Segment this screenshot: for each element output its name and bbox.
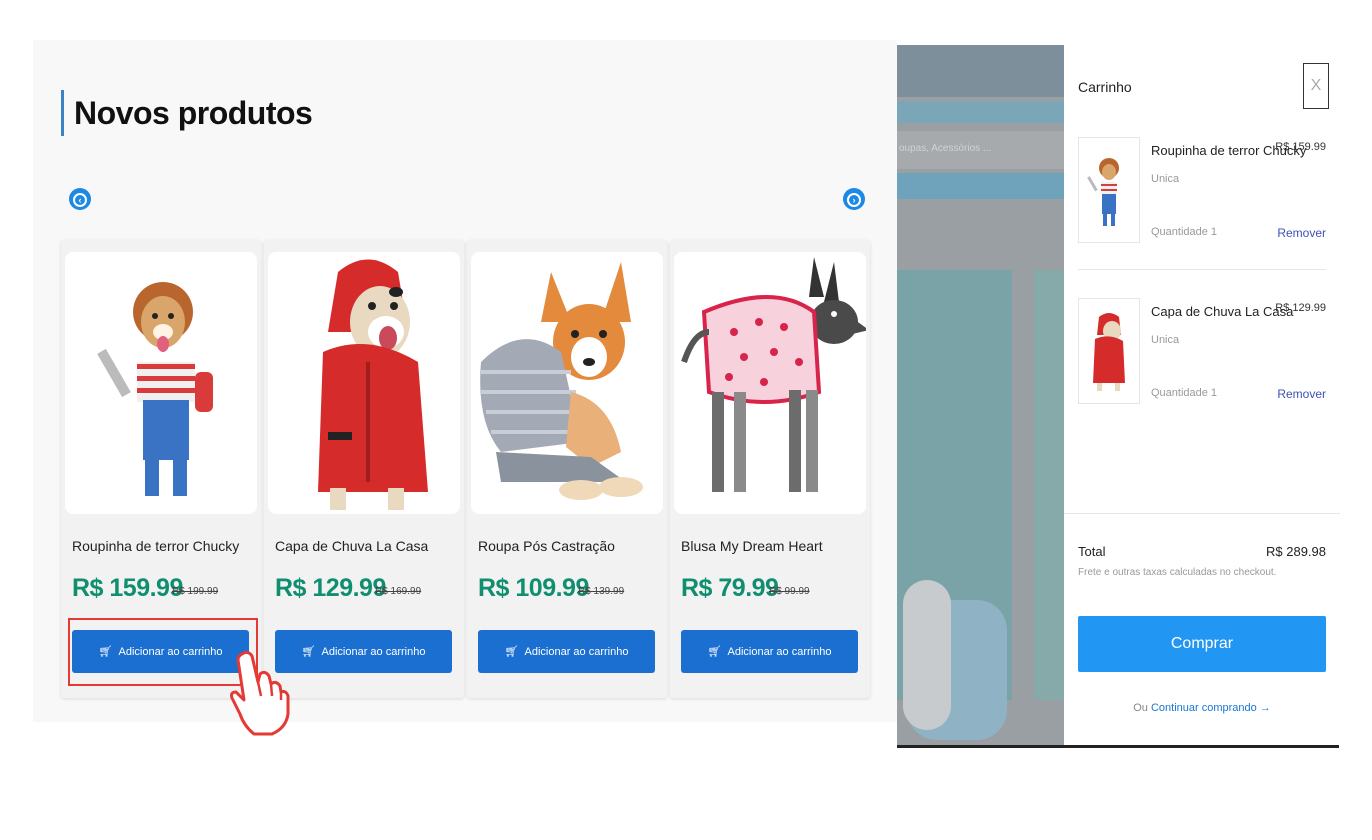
hero-banner <box>897 270 1012 740</box>
continue-prefix: Ou <box>1133 702 1148 714</box>
close-icon: X <box>1310 77 1322 94</box>
nav-bar <box>897 101 1064 123</box>
product-image-dream-heart[interactable] <box>674 252 866 514</box>
product-name[interactable]: Roupinha de terror Chucky <box>72 538 239 554</box>
cart-item-quantity: Quantidade 1 <box>1151 387 1218 399</box>
product-name[interactable]: Capa de Chuva La Casa <box>275 538 428 554</box>
chevron-right-icon: › <box>847 193 861 207</box>
cart-icon: 🛒︎ <box>301 646 316 658</box>
add-to-cart-button[interactable]: 🛒︎ Adicionar ao carrinho <box>275 630 452 673</box>
total-value: R$ 289.98 <box>1266 544 1326 559</box>
continue-shopping-link[interactable]: Continuar comprando → <box>1151 702 1271 714</box>
cart-item: Capa de Chuva La Casa R$ 129.99 Unica Qu… <box>1078 298 1326 408</box>
cart-summary: Total R$ 289.98 Frete e outras taxas cal… <box>1064 513 1340 746</box>
total-label: Total <box>1078 544 1106 559</box>
hand-pointer-icon <box>230 650 290 736</box>
product-old-price: R$ 169.99 <box>375 586 422 597</box>
category-bar <box>897 173 1064 199</box>
cart-divider <box>1078 269 1326 270</box>
product-price: R$ 129.99 <box>275 574 386 602</box>
cart-item: Roupinha de terror Chucky R$ 159.99 Unic… <box>1078 137 1326 247</box>
product-name[interactable]: Roupa Pós Castração <box>478 538 615 554</box>
add-to-cart-label: Adicionar ao carrinho <box>524 645 629 658</box>
cart-drawer: Carrinho X Roupinha de terror Chucky R$ … <box>1064 45 1340 745</box>
cart-item-thumbnail[interactable] <box>1078 137 1140 243</box>
chevron-left-icon: ‹ <box>73 193 87 207</box>
product-card[interactable]: Blusa My Dream Heart R$ 79.99 R$ 99.99 🛒… <box>670 240 870 698</box>
remove-item-button[interactable]: Remover <box>1277 226 1326 240</box>
cart-icon: 🛒︎ <box>707 646 722 658</box>
product-old-price: R$ 99.99 <box>769 586 810 597</box>
product-image-pos-castracao[interactable] <box>471 252 663 514</box>
product-old-price: R$ 199.99 <box>172 586 219 597</box>
add-to-cart-label: Adicionar ao carrinho <box>321 645 426 658</box>
header-bar <box>897 45 1064 97</box>
cart-icon: 🛒︎ <box>504 646 519 658</box>
product-price: R$ 159.99 <box>72 574 183 602</box>
product-card[interactable]: Roupa Pós Castração R$ 109.99 R$ 139.99 … <box>467 240 667 698</box>
cart-title: Carrinho <box>1078 79 1132 95</box>
search-placeholder: oupas, Acessórios ... <box>899 143 992 154</box>
product-image-chucky[interactable] <box>65 252 257 514</box>
section-title: Novos produtos <box>61 90 313 136</box>
close-cart-button[interactable]: X <box>1303 63 1329 109</box>
cart-item-quantity: Quantidade 1 <box>1151 226 1218 238</box>
cart-item-price: R$ 129.99 <box>1275 302 1326 314</box>
product-old-price: R$ 139.99 <box>578 586 625 597</box>
cart-item-thumbnail[interactable] <box>1078 298 1140 404</box>
remove-item-button[interactable]: Remover <box>1277 387 1326 401</box>
checkout-button[interactable]: Comprar <box>1078 616 1326 672</box>
product-name[interactable]: Blusa My Dream Heart <box>681 538 823 554</box>
product-price: R$ 79.99 <box>681 574 779 602</box>
pet-image <box>903 580 951 730</box>
search-bar: oupas, Acessórios ... <box>897 131 1064 169</box>
cart-item-price: R$ 159.99 <box>1275 141 1326 153</box>
tax-note: Frete e outras taxas calculadas no check… <box>1078 567 1277 578</box>
benefits-strip: ▭ ⛟ ▣ <box>1034 270 1064 700</box>
product-price: R$ 109.99 <box>478 574 589 602</box>
product-image-capa-chuva[interactable] <box>268 252 460 514</box>
product-card[interactable]: Capa de Chuva La Casa R$ 129.99 R$ 169.9… <box>264 240 464 698</box>
carousel-next-button[interactable]: › <box>843 188 865 210</box>
cart-item-variant: Unica <box>1151 173 1180 185</box>
add-to-cart-button[interactable]: 🛒︎ Adicionar ao carrinho <box>681 630 858 673</box>
continue-shopping-row: Ou Continuar comprando → <box>1064 702 1340 714</box>
add-to-cart-button[interactable]: 🛒︎ Adicionar ao carrinho <box>478 630 655 673</box>
cart-item-name[interactable]: Capa de Chuva La Casa <box>1151 304 1293 319</box>
add-to-cart-label: Adicionar ao carrinho <box>727 645 832 658</box>
background-shop-page: oupas, Acessórios ... ▭ ⛟ ▣ <box>897 45 1064 745</box>
cart-item-variant: Unica <box>1151 334 1180 346</box>
carousel-prev-button[interactable]: ‹ <box>69 188 91 210</box>
